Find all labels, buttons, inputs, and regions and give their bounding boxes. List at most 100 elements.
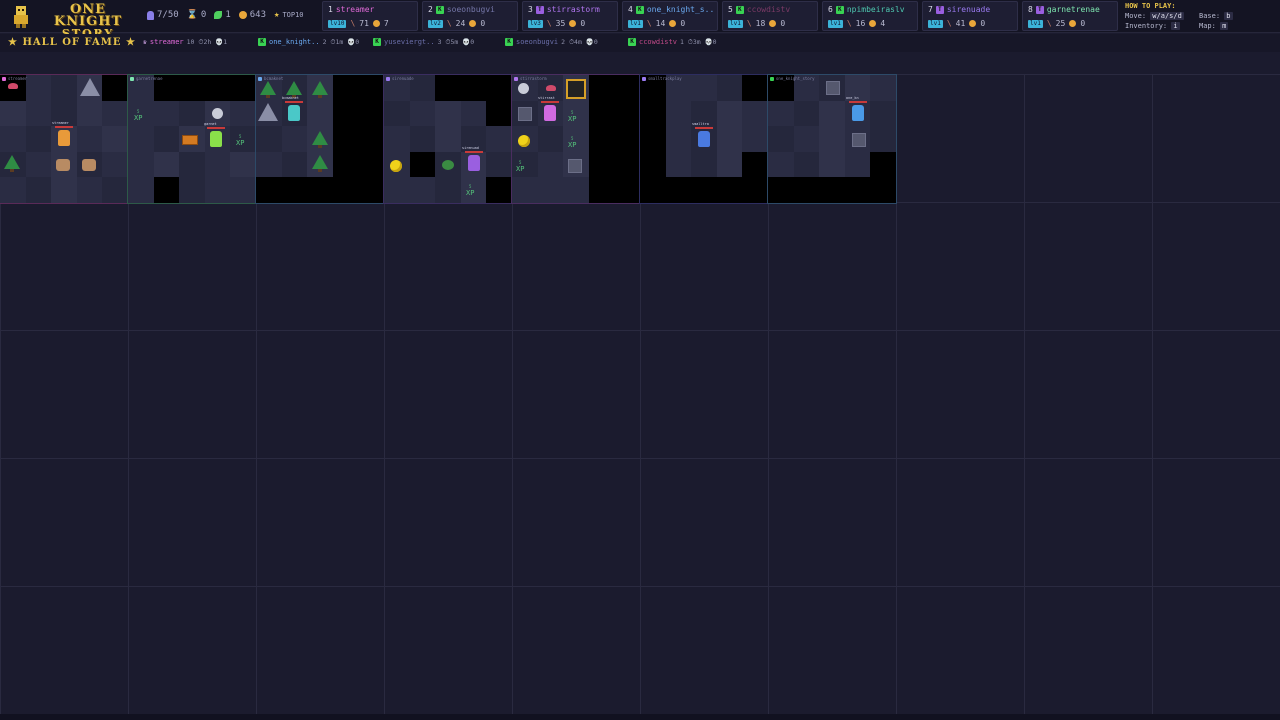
fog-tile: [358, 75, 384, 101]
fog-tile: [614, 151, 640, 178]
player-region[interactable]: one_knight_story one_kn: [767, 74, 897, 204]
slime-creature[interactable]: [8, 83, 18, 89]
hof-player-name: ccowdistv: [639, 38, 677, 46]
tree-icon[interactable]: [312, 155, 328, 172]
players-icon: [147, 10, 154, 20]
coin-icon: [669, 20, 677, 27]
ground-tile: [25, 151, 52, 178]
mountain-icon[interactable]: [80, 78, 100, 96]
ground-tile: [128, 126, 154, 152]
player-hero[interactable]: smalltra: [692, 122, 713, 147]
ground-tile: [230, 100, 256, 127]
xp-orb[interactable]: 5 XP: [236, 133, 244, 147]
xp-orb[interactable]: 5 XP: [134, 108, 142, 122]
health-bar: [465, 151, 483, 153]
fog-tile: [409, 151, 436, 178]
xp-label: XP: [236, 139, 245, 147]
hof-detail: 2 ⏱4m 💀0: [561, 37, 598, 46]
xp-orb[interactable]: 5 XP: [568, 109, 576, 123]
ground-tile: [409, 177, 436, 203]
leaderboard-card[interactable]: 6 K npimbeiraslv lv1 \ 16 4: [822, 1, 918, 31]
fog-tile: [332, 75, 359, 101]
coin-icon: [969, 20, 977, 27]
player-region[interactable]: streamer streamer: [0, 74, 129, 204]
hall-of-fame-entry[interactable]: K soeonbugvi 2 ⏱4m 💀0: [505, 36, 598, 48]
player-region[interactable]: sirenuade sirenuad 5 XP: [383, 74, 513, 204]
rock-icon[interactable]: [826, 81, 840, 95]
rock-icon[interactable]: [852, 133, 866, 147]
player-hero[interactable]: one_kn: [846, 96, 867, 121]
health-bar: [695, 127, 713, 129]
level-badge: lv3: [528, 19, 543, 28]
player-hero[interactable]: streamer: [52, 121, 73, 146]
slime-creature[interactable]: [546, 85, 556, 91]
tree-icon[interactable]: [4, 155, 20, 172]
leaderboard-card[interactable]: 4 K one_knight_s.. lv1 \ 14 0: [622, 1, 718, 31]
deer-creature[interactable]: [56, 159, 70, 171]
game-logo: ONE KNIGHT STORY: [8, 2, 138, 40]
hall-of-fame-entry[interactable]: K ccowdistv 1 ⏱3m 💀0: [628, 36, 717, 48]
framed-item[interactable]: [566, 79, 586, 99]
leaderboard-card[interactable]: 1 streamer lv10 \ 71 7: [322, 1, 418, 31]
hall-of-fame-entry[interactable]: K yuseviergt.. 3 ⏱5m 💀0: [373, 36, 474, 48]
hall-of-fame-entry[interactable]: K one_knight.. 2 ⏱1m 💀0: [258, 36, 359, 48]
leaderboard-card[interactable]: 5 K ccowdistv lv1 \ 18 0: [722, 1, 818, 31]
rock-icon[interactable]: [568, 159, 582, 173]
world-map[interactable]: streamer streamer garnetrenae 5 XP garnet 5 XP b…: [0, 74, 1280, 715]
ground-tile: [691, 151, 717, 178]
tree-icon[interactable]: [312, 81, 328, 98]
ground-tile: [128, 177, 154, 203]
fog-tile: [358, 151, 384, 178]
leaderboard-card[interactable]: 2 K soeonbugvi lv2 \ 24 0: [422, 1, 518, 31]
ground-tile: [384, 100, 410, 127]
hero-name: garnet: [204, 122, 217, 126]
bush-icon[interactable]: [442, 160, 454, 170]
xp-orb[interactable]: 5 XP: [516, 159, 524, 173]
silver-orb[interactable]: [212, 108, 223, 119]
player-hero[interactable]: bcmaknet: [282, 96, 303, 121]
gold-coin[interactable]: [390, 160, 402, 172]
leaderboard-card[interactable]: 7 T sirenuade lv1 \ 41 0: [922, 1, 1018, 31]
xp-orb[interactable]: 5 XP: [568, 135, 576, 149]
xp-label: XP: [516, 165, 525, 173]
gold-stat: 643: [238, 10, 266, 20]
player-hero[interactable]: stirrast: [538, 96, 559, 121]
global-stats: 7/50 ⌛ 0 1 643 ★ TOP10: [147, 10, 304, 20]
rank-number: 6: [828, 5, 833, 14]
leaderboard-card[interactable]: 8 T garnetrenae lv1 \ 25 0: [1022, 1, 1118, 31]
player-region[interactable]: garnetrenae 5 XP garnet 5 XP: [127, 74, 257, 204]
region-owner-label: streamer: [2, 76, 27, 81]
star-icon: ★: [274, 10, 280, 20]
mountain-icon[interactable]: [258, 103, 278, 121]
leaderboard-card[interactable]: 3 T stirrastorm lv3 \ 35 0: [522, 1, 618, 31]
health-bar: [285, 101, 303, 103]
player-hero[interactable]: garnet: [204, 122, 225, 147]
top-stat[interactable]: ★ TOP10: [274, 10, 304, 20]
tree-icon[interactable]: [286, 81, 302, 98]
fog-tile: [768, 177, 794, 203]
player-region[interactable]: bcmaknet bcmaknet: [255, 74, 385, 204]
fog-tile: [640, 126, 666, 152]
silver-orb[interactable]: [518, 83, 529, 94]
sword-icon: \: [746, 19, 752, 28]
hall-of-fame-bar: ★ HALL OF FAME ★ ♛ streamer 10 ⏱2h 💀1 K o…: [0, 34, 1280, 52]
player-region[interactable]: stirrastorm stirrast 5 XP 5 XP 5 XP: [511, 74, 641, 204]
player-hero[interactable]: sirenuad: [462, 146, 483, 171]
hall-of-fame-entry[interactable]: ♛ streamer 10 ⏱2h 💀1: [143, 36, 227, 48]
gold-coin[interactable]: [518, 135, 530, 147]
deer-creature[interactable]: [82, 159, 96, 171]
ground-tile: [665, 126, 692, 152]
kills-value: 41: [955, 19, 966, 28]
move-hint: Move: w/a/s/d: [1125, 12, 1184, 20]
owner-color-dot: [386, 76, 390, 81]
fog-tile: [614, 75, 640, 101]
kills-value: 16: [855, 19, 866, 28]
rank-number: 4: [628, 5, 633, 14]
rock-icon[interactable]: [518, 107, 532, 121]
xp-orb[interactable]: 5 XP: [466, 183, 474, 197]
player-region[interactable]: smalltrackplay smalltra: [639, 74, 769, 204]
tree-icon[interactable]: [312, 131, 328, 148]
tree-icon[interactable]: [260, 81, 276, 98]
treasure-chest[interactable]: [182, 135, 198, 145]
ground-tile: [870, 126, 896, 152]
